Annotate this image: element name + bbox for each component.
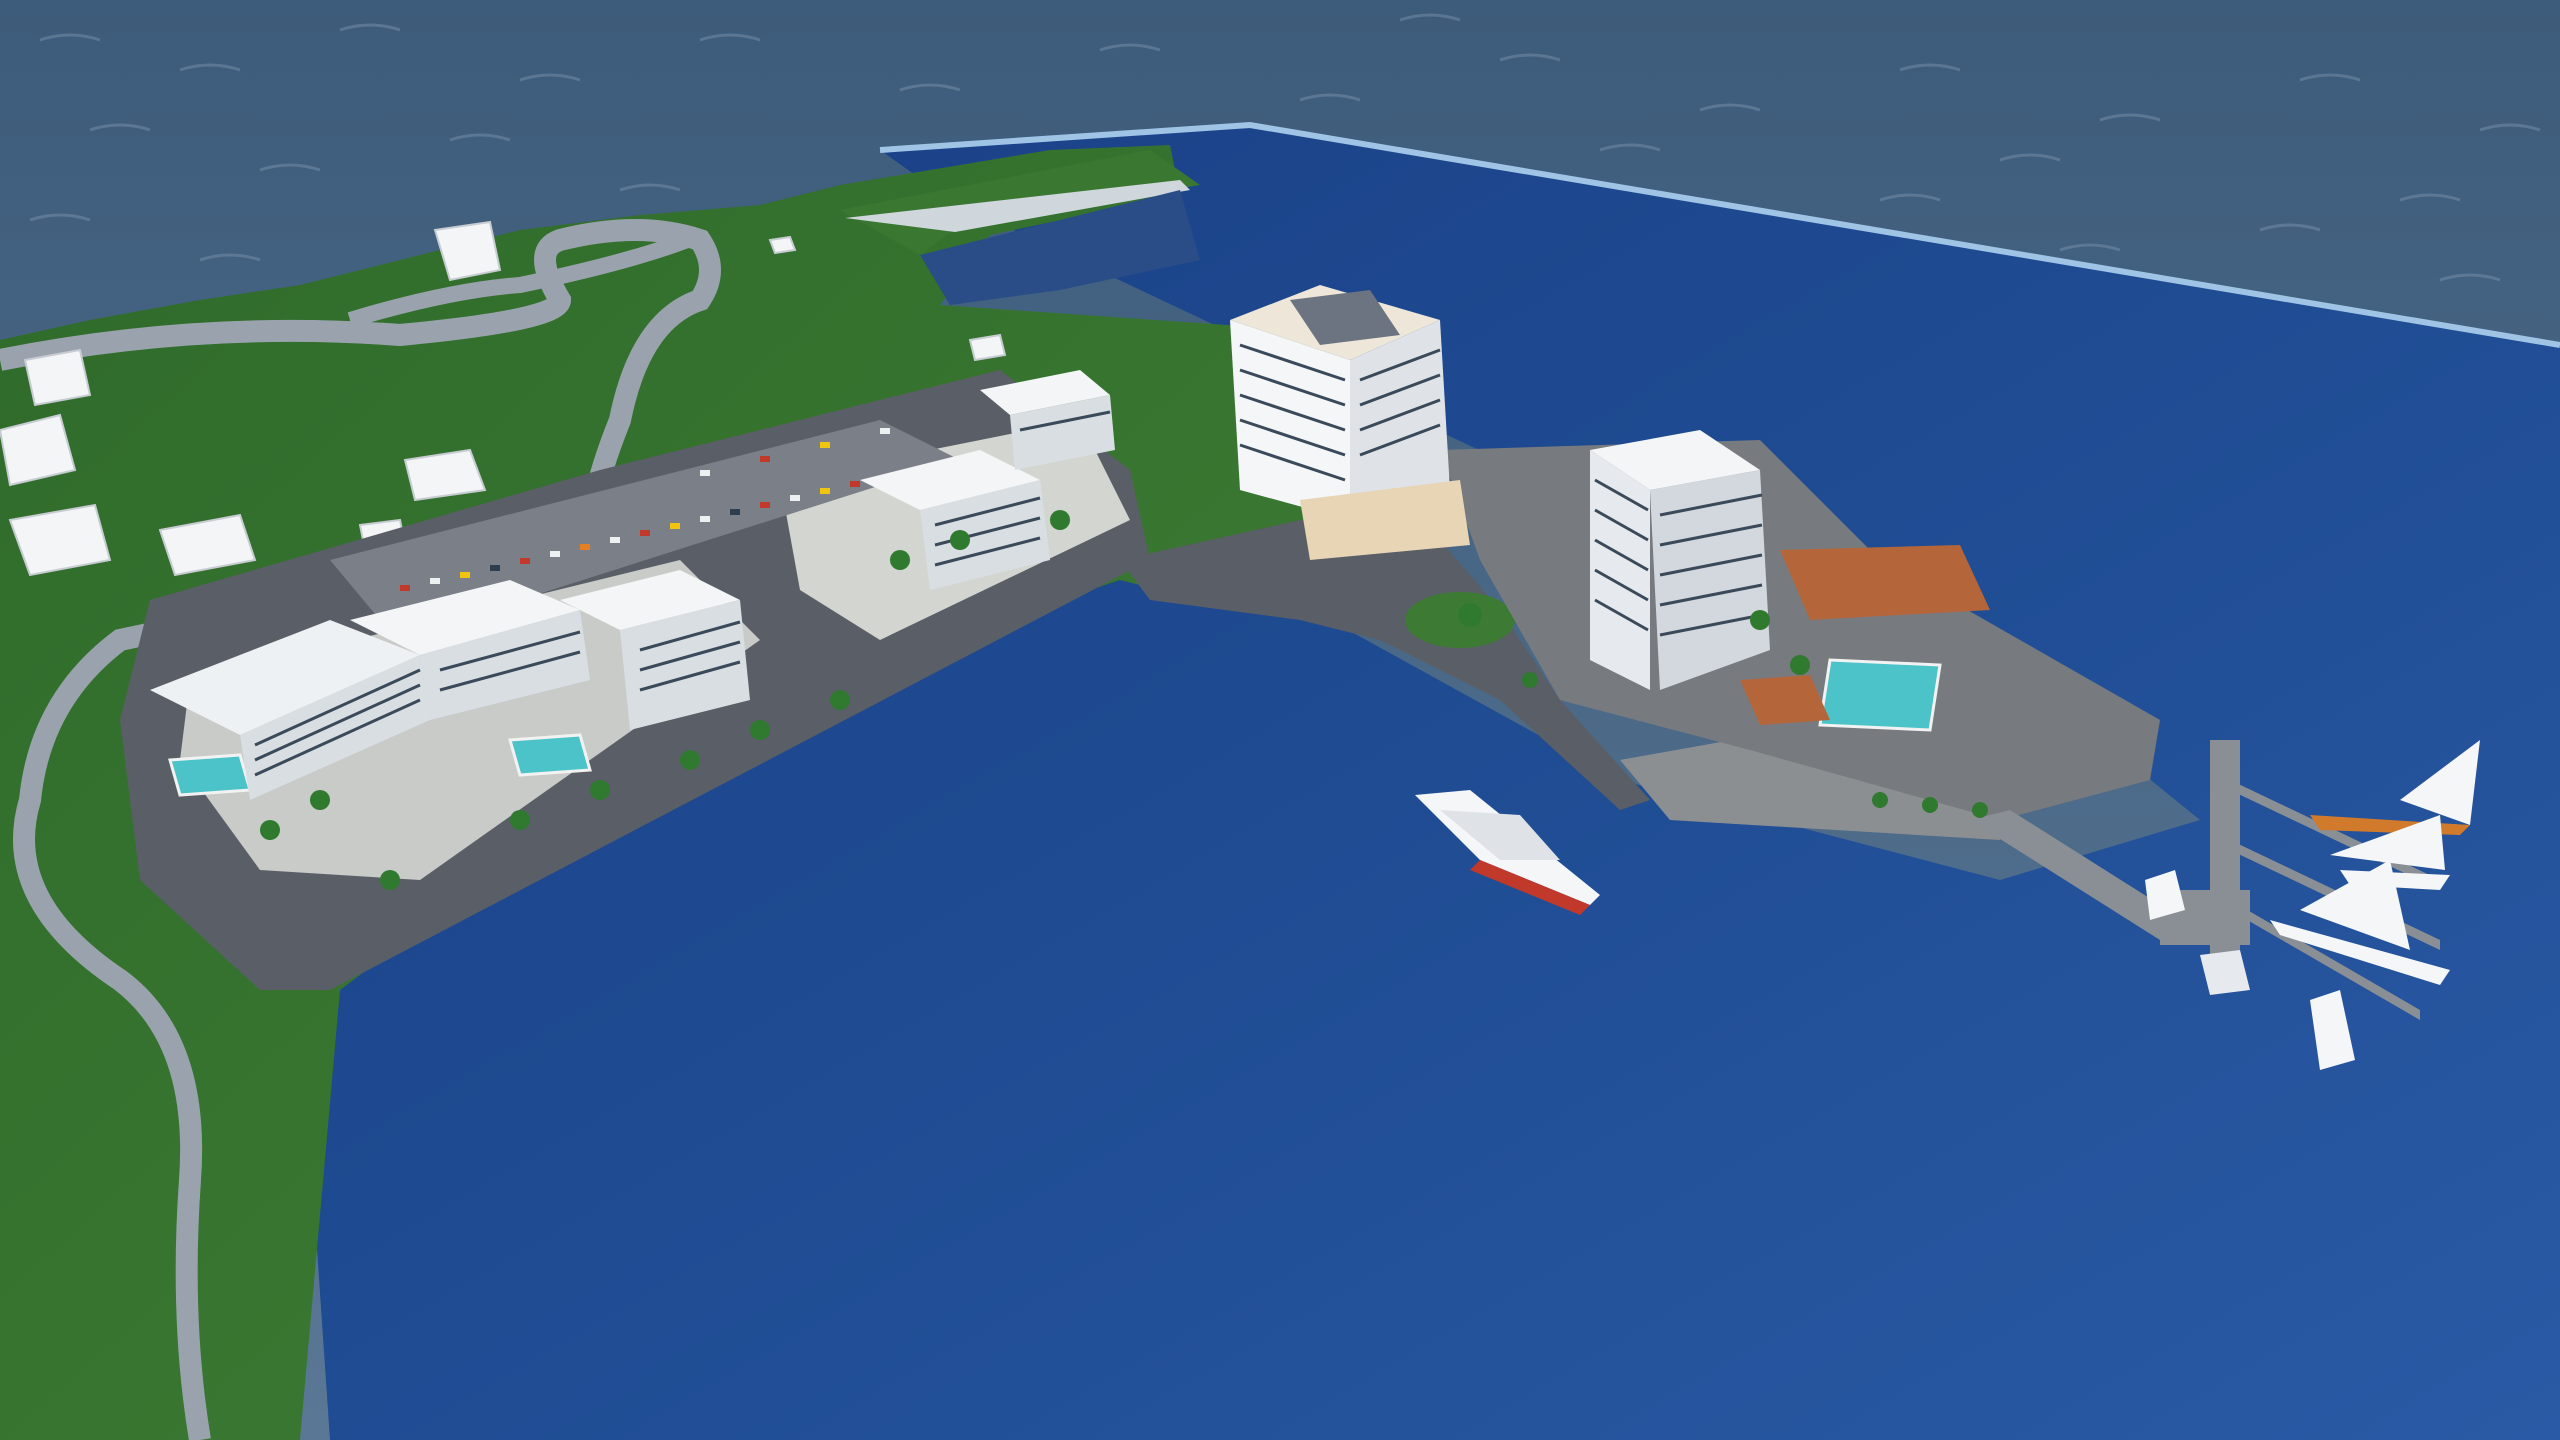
peninsula-towers bbox=[1590, 430, 1770, 690]
scene-canvas bbox=[0, 0, 2560, 1440]
terracotta-roof-restaurant bbox=[1780, 545, 1990, 620]
pool-middle bbox=[508, 733, 592, 777]
pool-main bbox=[1818, 658, 1942, 732]
pool-west bbox=[168, 753, 252, 797]
aerial-harbor-scene bbox=[0, 0, 2560, 1440]
